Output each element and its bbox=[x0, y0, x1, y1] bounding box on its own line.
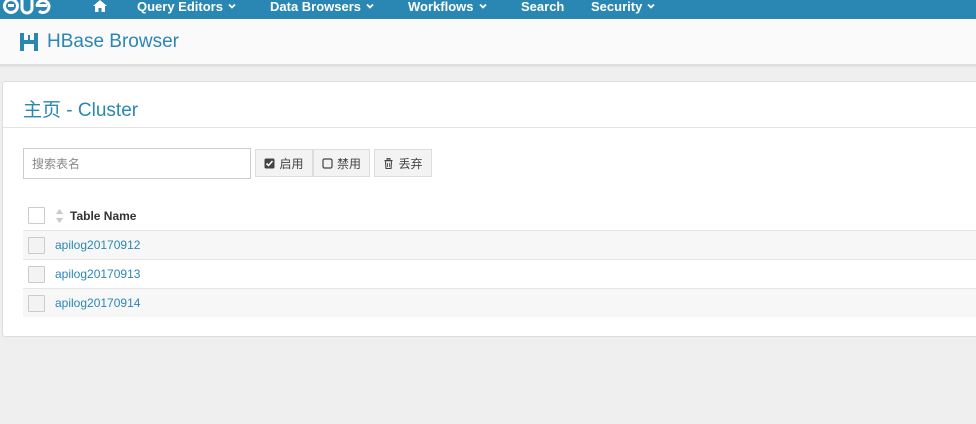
nav-workflows-label: Workflows bbox=[408, 0, 474, 14]
table-header-row: Table Name bbox=[23, 201, 976, 230]
enable-button-label: 启用 bbox=[279, 156, 304, 171]
disable-button-label: 禁用 bbox=[336, 156, 361, 171]
card-header: 主页 - Cluster bbox=[3, 82, 976, 128]
row-checkbox[interactable] bbox=[28, 294, 45, 312]
select-all-checkbox[interactable] bbox=[28, 207, 45, 224]
table-row: apilog20170912 bbox=[23, 230, 976, 259]
column-header-table-name[interactable]: Table Name bbox=[70, 209, 136, 223]
row-checkbox[interactable] bbox=[28, 265, 45, 283]
nav-search[interactable]: Search bbox=[521, 0, 564, 15]
sort-icon[interactable] bbox=[55, 208, 64, 224]
hbase-icon bbox=[20, 33, 38, 51]
tables-table: Table Name apilog20170912 apilog20170913… bbox=[23, 201, 976, 317]
drop-button[interactable]: 丢弃 bbox=[374, 149, 432, 177]
nav-data-browsers-label: Data Browsers bbox=[270, 0, 362, 14]
chevron-down-icon bbox=[366, 2, 374, 10]
top-navbar: Query Editors Data Browsers Workflows Se… bbox=[0, 0, 976, 19]
app-title: HBase Browser bbox=[47, 31, 179, 52]
nav-workflows[interactable]: Workflows bbox=[408, 0, 487, 15]
hue-logo-icon bbox=[3, 0, 51, 15]
row-checkbox[interactable] bbox=[28, 236, 45, 254]
nav-search-label: Search bbox=[521, 0, 565, 14]
breadcrumb-separator: - bbox=[61, 100, 78, 121]
table-name-link[interactable]: apilog20170912 bbox=[55, 238, 140, 252]
hue-logo[interactable] bbox=[3, 0, 59, 16]
disable-button[interactable]: 禁用 bbox=[313, 149, 370, 177]
chevron-down-icon bbox=[647, 2, 655, 10]
square-icon bbox=[322, 157, 333, 169]
home-icon bbox=[93, 0, 107, 12]
table-name-link[interactable]: apilog20170913 bbox=[55, 267, 140, 281]
nav-query-editors-label: Query Editors bbox=[137, 0, 223, 14]
nav-security[interactable]: Security bbox=[591, 0, 655, 15]
table-row: apilog20170914 bbox=[23, 288, 976, 317]
breadcrumb-current: Cluster bbox=[77, 100, 139, 121]
chevron-down-icon bbox=[478, 2, 487, 10]
home-nav[interactable] bbox=[92, 0, 108, 15]
table-search-input[interactable] bbox=[23, 148, 251, 179]
nav-query-editors[interactable]: Query Editors bbox=[137, 0, 236, 15]
trash-icon bbox=[384, 157, 393, 169]
chevron-down-icon bbox=[228, 2, 236, 10]
page-title: 主页 - Cluster bbox=[23, 95, 138, 122]
table-name-link[interactable]: apilog20170914 bbox=[55, 296, 140, 310]
breadcrumb-home[interactable]: 主页 bbox=[23, 100, 61, 121]
nav-data-browsers[interactable]: Data Browsers bbox=[270, 0, 374, 15]
app-title-link[interactable]: HBase Browser bbox=[19, 31, 179, 52]
check-square-icon bbox=[264, 158, 275, 168]
nav-security-label: Security bbox=[591, 0, 643, 14]
enable-button[interactable]: 启用 bbox=[255, 149, 313, 177]
cluster-card: 主页 - Cluster 启用 禁用 丢弃 bbox=[2, 81, 976, 337]
app-header: HBase Browser bbox=[0, 19, 976, 65]
drop-button-label: 丢弃 bbox=[398, 156, 423, 171]
table-row: apilog20170913 bbox=[23, 259, 976, 288]
